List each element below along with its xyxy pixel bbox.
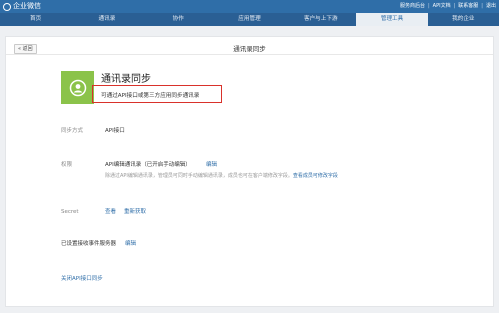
secret-refresh-link[interactable]: 重新获取	[124, 208, 146, 216]
sync-method-value: API接口	[105, 128, 125, 134]
main-nav: 首页 通讯录 协作 应用管理 客户与上下游 管理工具 我的企业	[0, 13, 499, 26]
permission-edit-link[interactable]: 编辑	[206, 161, 217, 169]
brand-logo[interactable]: 企业微信	[3, 2, 41, 11]
nav-app-management[interactable]: 应用管理	[214, 13, 285, 26]
top-links: 服务商后台 | API文档 | 联系客服 | 退出	[400, 3, 496, 10]
nav-customers[interactable]: 客户与上下游	[285, 13, 356, 26]
separator: |	[481, 3, 483, 9]
wecom-logo-icon	[3, 2, 11, 11]
event-server-label: 已设置接收事件服务器	[61, 241, 117, 247]
page-title: 通讯录同步	[233, 45, 266, 53]
nav-management-tools[interactable]: 管理工具	[356, 13, 428, 26]
brand-name: 企业微信	[13, 2, 41, 10]
app-logo	[61, 71, 94, 104]
content-card: 通讯录同步 « 返回 通讯录同步 可通过API接口或第三方应用同步通讯录 同步方…	[5, 36, 494, 307]
nav-contacts[interactable]: 通讯录	[71, 13, 142, 26]
permission-label: 权限	[61, 162, 73, 168]
api-docs-link[interactable]: API文档	[433, 3, 451, 10]
permission-value: API编辑通讯录（已开启手动编辑）	[105, 162, 191, 168]
sync-method-label: 同步方式	[61, 128, 84, 134]
nav-collaboration[interactable]: 协作	[143, 13, 214, 26]
secret-view-link[interactable]: 查看	[105, 208, 116, 216]
back-button[interactable]: « 返回	[14, 44, 37, 54]
secret-label: Secret	[61, 209, 79, 215]
editable-fields-link[interactable]: 查看成员可修改字段	[293, 173, 338, 179]
disable-api-sync-link[interactable]: 关闭API接口同步	[61, 275, 103, 283]
card-header: 通讯录同步 « 返回	[6, 37, 493, 55]
service-provider-link[interactable]: 服务商后台	[400, 3, 425, 10]
contact-user-icon	[69, 79, 86, 96]
logout-link[interactable]: 退出	[486, 3, 496, 10]
separator: |	[453, 3, 456, 9]
nav-my-enterprise[interactable]: 我的企业	[428, 13, 499, 26]
app-description: 可通过API接口或第三方应用同步通讯录	[101, 93, 200, 99]
event-server-edit-link[interactable]: 编辑	[125, 240, 136, 248]
nav-home[interactable]: 首页	[0, 13, 71, 26]
permission-note-text: 除通过API编辑通讯录，管理员可同时手动编辑通讯录，成员也可在客户端修改字段。	[105, 173, 293, 179]
permission-note: 除通过API编辑通讯录，管理员可同时手动编辑通讯录，成员也可在客户端修改字段。查…	[105, 173, 338, 180]
top-bar: 企业微信 服务商后台 | API文档 | 联系客服 | 退出	[0, 0, 499, 13]
contact-support-link[interactable]: 联系客服	[458, 3, 478, 10]
separator: |	[427, 3, 430, 9]
